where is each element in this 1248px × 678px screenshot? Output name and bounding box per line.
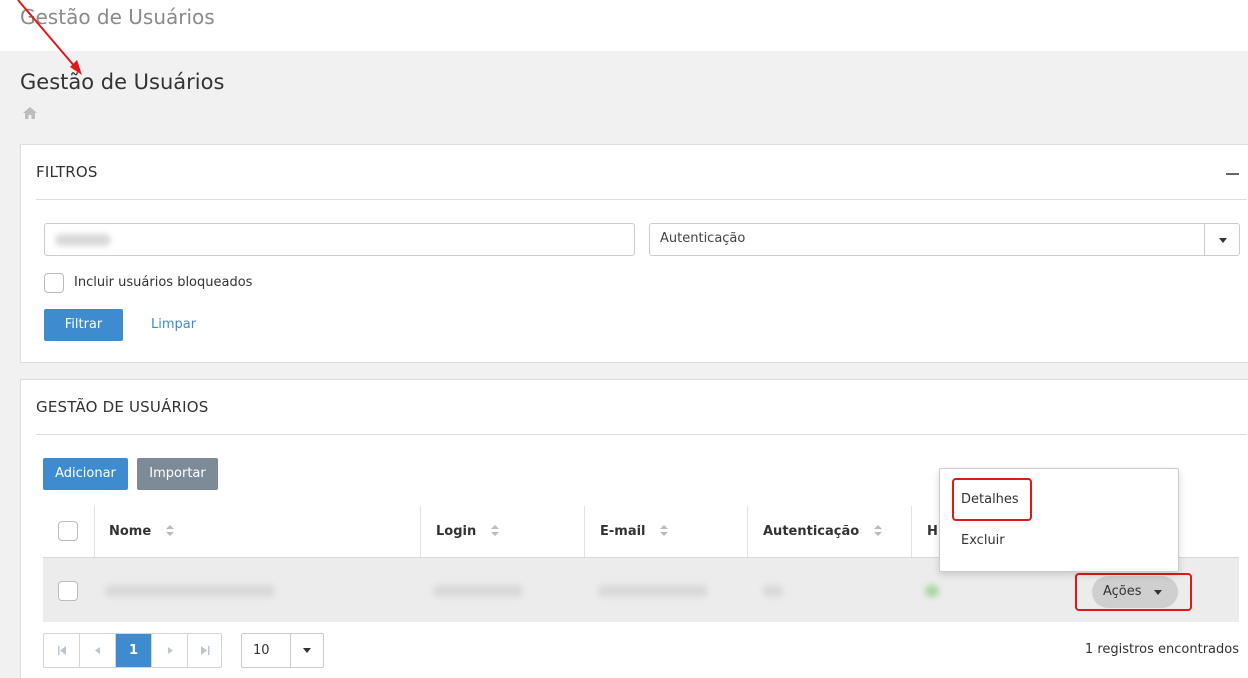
- sort-icon: [490, 525, 499, 536]
- first-page-button[interactable]: [44, 634, 80, 667]
- row-checkbox[interactable]: [58, 581, 78, 601]
- clear-link[interactable]: Limpar: [151, 317, 196, 332]
- chevron-down-icon: [1219, 238, 1227, 243]
- column-separator: [747, 506, 748, 557]
- column-email[interactable]: E-mail: [600, 506, 669, 557]
- column-extra[interactable]: H: [927, 506, 938, 557]
- filter-button[interactable]: Filtrar: [44, 309, 123, 341]
- column-separator: [584, 506, 585, 557]
- column-name-label: Nome: [109, 524, 152, 539]
- home-icon[interactable]: [23, 107, 37, 119]
- actions-dropdown-menu: Detalhes Excluir: [939, 468, 1179, 572]
- users-heading: GESTÃO DE USUÁRIOS: [36, 398, 209, 416]
- column-separator: [94, 506, 95, 557]
- add-button[interactable]: Adicionar: [43, 458, 128, 490]
- blurred-email: [598, 585, 708, 597]
- page-size-value: 10: [253, 643, 270, 658]
- menu-item-delete[interactable]: Excluir: [961, 533, 1005, 548]
- divider: [36, 199, 1247, 200]
- auth-select[interactable]: Autenticação: [649, 223, 1240, 256]
- blurred-auth: [763, 585, 783, 597]
- column-auth[interactable]: Autenticação: [763, 506, 882, 557]
- status-indicator: [925, 585, 939, 597]
- column-separator: [420, 506, 421, 557]
- users-panel: GESTÃO DE USUÁRIOS Adicionar Importar No…: [20, 379, 1248, 678]
- last-page-icon: [201, 646, 210, 655]
- last-page-button[interactable]: [188, 634, 224, 667]
- include-blocked-label: Incluir usuários bloqueados: [74, 275, 253, 290]
- column-name[interactable]: Nome: [109, 506, 174, 557]
- blurred-login: [433, 585, 523, 597]
- page-title: Gestão de Usuários: [20, 70, 225, 94]
- next-page-icon: [168, 647, 173, 654]
- page-1-button[interactable]: 1: [116, 634, 152, 667]
- import-button[interactable]: Importar: [137, 458, 218, 490]
- filters-panel: FILTROS Autenticação Incluir usuários bl…: [20, 144, 1248, 363]
- prev-page-icon: [95, 647, 100, 654]
- include-blocked-checkbox[interactable]: [44, 273, 64, 293]
- app-title: Gestão de Usuários: [20, 5, 215, 29]
- blurred-name: [105, 585, 275, 597]
- column-extra-label: H: [927, 524, 938, 539]
- auth-select-value: Autenticação: [660, 231, 746, 246]
- records-count: 1 registros encontrados: [1084, 642, 1239, 657]
- sort-icon: [165, 525, 174, 536]
- sort-icon: [873, 525, 882, 536]
- top-bar: Gestão de Usuários: [0, 0, 1248, 51]
- blurred-input-value: [55, 234, 111, 246]
- column-separator: [911, 506, 912, 557]
- select-all-checkbox[interactable]: [58, 521, 78, 541]
- sort-icon: [660, 525, 669, 536]
- column-auth-label: Autenticação: [763, 524, 860, 539]
- next-page-button[interactable]: [152, 634, 188, 667]
- prev-page-button[interactable]: [80, 634, 116, 667]
- page-size-select[interactable]: 10: [241, 633, 324, 668]
- name-search-input[interactable]: [44, 223, 635, 256]
- details-highlight: [952, 478, 1032, 521]
- actions-highlight: [1075, 573, 1192, 611]
- pagination: 1: [43, 633, 222, 668]
- divider: [36, 434, 1247, 435]
- collapse-icon[interactable]: [1226, 173, 1239, 175]
- select-separator: [290, 634, 291, 667]
- chevron-down-icon: [303, 648, 311, 653]
- filters-heading: FILTROS: [36, 163, 98, 181]
- select-separator: [1204, 224, 1205, 255]
- column-login[interactable]: Login: [436, 506, 499, 557]
- column-email-label: E-mail: [600, 524, 646, 539]
- first-page-icon: [58, 646, 66, 655]
- column-login-label: Login: [436, 524, 477, 539]
